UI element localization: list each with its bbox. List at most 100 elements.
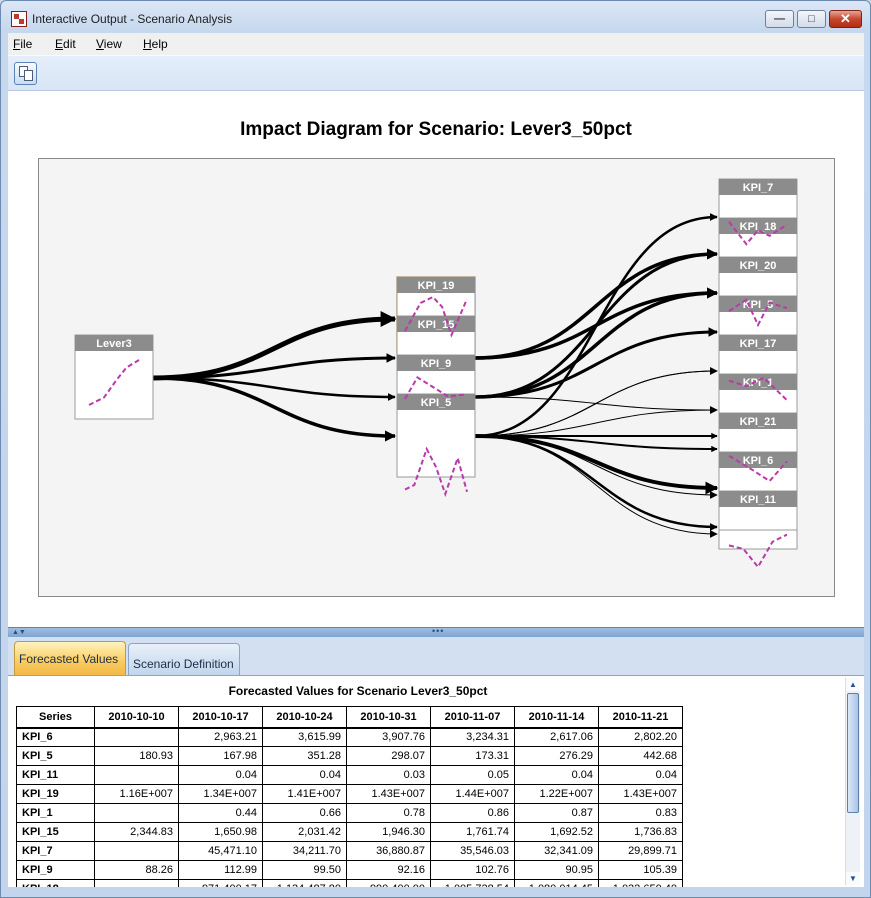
table-row: KPI_18971,400.171,134,487.80990,400.001,… bbox=[16, 879, 683, 887]
node-right-KPI_6-7-label: KPI_6 bbox=[743, 455, 774, 467]
tab-bar: Forecasted Values Scenario Definition bbox=[8, 637, 864, 675]
close-icon: ✕ bbox=[840, 11, 851, 26]
column-header-date: 2010-10-31 bbox=[346, 706, 431, 729]
value-cell: 0.86 bbox=[430, 803, 515, 823]
node-middle-KPI_19[interactable]: KPI_19 bbox=[396, 276, 476, 317]
series-name-cell: KPI_1 bbox=[16, 803, 95, 823]
series-name-cell: KPI_19 bbox=[16, 784, 95, 804]
forecast-table-panel: Forecasted Values for Scenario Lever3_50… bbox=[8, 675, 864, 887]
tab-scenario-definition[interactable]: Scenario Definition bbox=[128, 643, 240, 675]
value-cell: 0.66 bbox=[262, 803, 347, 823]
value-cell: 990,400.00 bbox=[346, 879, 431, 887]
value-cell: 0.87 bbox=[514, 803, 599, 823]
vertical-scrollbar[interactable]: ▲ ▼ bbox=[845, 678, 860, 885]
panel-splitter[interactable]: ▲▼ ••• bbox=[8, 626, 864, 637]
value-cell: 3,615.99 bbox=[262, 727, 347, 747]
node-right-KPI_11-8[interactable]: KPI_11 bbox=[718, 490, 798, 531]
node-lever3[interactable]: Lever3 bbox=[74, 334, 154, 420]
splitter-grip-icon: ••• bbox=[432, 626, 445, 636]
node-right-KPI_7-0[interactable]: KPI_7 bbox=[718, 178, 798, 219]
node-middle-KPI_9[interactable]: KPI_9 bbox=[396, 354, 476, 395]
tab-forecasted-values[interactable]: Forecasted Values bbox=[14, 641, 126, 675]
edge-KPI_15-to-KPI_18 bbox=[474, 248, 719, 360]
minimize-button[interactable]: — bbox=[765, 10, 794, 28]
value-cell: 0.05 bbox=[430, 765, 515, 785]
diagram-title: Impact Diagram for Scenario: Lever3_50pc… bbox=[240, 119, 632, 140]
value-cell: 1.16E+007 bbox=[94, 784, 179, 804]
series-name-cell: KPI_18 bbox=[16, 879, 95, 887]
impact-diagram: Lever3 KPI_19 KPI_15 KPI_9 KPI_5 KPI_7 KPI_18 K… bbox=[74, 178, 798, 569]
value-cell: 0.04 bbox=[262, 765, 347, 785]
node-right-KPI_11-8-label: KPI_11 bbox=[740, 494, 776, 506]
node-lever3-label: Lever3 bbox=[96, 338, 131, 350]
menu-edit[interactable]: Edit bbox=[55, 37, 76, 51]
value-cell: 1.43E+007 bbox=[598, 784, 683, 804]
toolbar bbox=[8, 55, 864, 91]
column-header-date: 2010-11-07 bbox=[430, 706, 515, 729]
value-cell: 88.26 bbox=[94, 860, 179, 880]
node-right-KPI_20-2-label: KPI_20 bbox=[740, 260, 777, 272]
value-cell: 167.98 bbox=[178, 746, 263, 766]
scroll-down-icon[interactable]: ▼ bbox=[846, 872, 860, 885]
menu-view[interactable]: View bbox=[96, 37, 122, 51]
node-right-KPI_21-6[interactable]: KPI_21 bbox=[718, 412, 798, 453]
value-cell: 35,546.03 bbox=[430, 841, 515, 861]
series-name-cell: KPI_11 bbox=[16, 765, 95, 785]
node-middle-KPI_15[interactable]: KPI_15 bbox=[396, 315, 476, 356]
column-header-date: 2010-10-24 bbox=[262, 706, 347, 729]
column-header-date: 2010-11-21 bbox=[598, 706, 683, 729]
value-cell: 298.07 bbox=[346, 746, 431, 766]
edge-KPI_5-to-KPI_17 bbox=[474, 367, 718, 437]
value-cell bbox=[94, 879, 179, 887]
value-cell: 0.04 bbox=[514, 765, 599, 785]
menu-help-mnemonic: H bbox=[143, 37, 152, 51]
table-row: KPI_9 88.26 112.99 99.50 92.16 102.76 90.95 105… bbox=[16, 860, 683, 880]
maximize-button[interactable]: □ bbox=[797, 10, 826, 28]
value-cell: 1.44E+007 bbox=[430, 784, 515, 804]
scroll-up-icon[interactable]: ▲ bbox=[846, 678, 860, 691]
scrollbar-thumb[interactable] bbox=[847, 693, 859, 813]
column-header-date: 2010-10-17 bbox=[178, 706, 263, 729]
node-right-KPI_20-2[interactable]: KPI_20 bbox=[718, 256, 798, 297]
value-cell: 2,802.20 bbox=[598, 727, 683, 747]
series-name-cell: KPI_5 bbox=[16, 746, 95, 766]
value-cell: 1,692.52 bbox=[514, 822, 599, 842]
table-row: KPI_19 1.16E+007 1.34E+007 1.41E+007 1.43E+0… bbox=[16, 784, 683, 804]
node-middle-KPI_5[interactable]: KPI_5 bbox=[396, 393, 476, 478]
node-right-KPI_7-0-label: KPI_7 bbox=[743, 182, 774, 194]
node-right-KPI_5-3[interactable]: KPI_5 bbox=[718, 295, 798, 336]
close-button[interactable]: ✕ bbox=[829, 10, 862, 28]
series-name-cell: KPI_9 bbox=[16, 860, 95, 880]
menu-file-label: ile bbox=[20, 37, 33, 51]
node-right-KPI_17-4[interactable]: KPI_17 bbox=[718, 334, 798, 375]
node-right-KPI_18-1-label: KPI_18 bbox=[740, 221, 777, 233]
value-cell: 0.03 bbox=[346, 765, 431, 785]
value-cell: 1,032,650.40 bbox=[598, 879, 683, 887]
menu-help-label: elp bbox=[151, 37, 168, 51]
app-icon bbox=[11, 11, 27, 27]
menu-view-label: iew bbox=[103, 37, 122, 51]
value-cell: 1,080,014.45 bbox=[514, 879, 599, 887]
node-right-KPI_21-6-label: KPI_21 bbox=[740, 416, 777, 428]
menu-file[interactable]: File bbox=[13, 37, 32, 51]
title-bar[interactable]: Interactive Output - Scenario Analysis —… bbox=[1, 1, 870, 33]
value-cell: 351.28 bbox=[262, 746, 347, 766]
value-cell: 34,211.70 bbox=[262, 841, 347, 861]
value-cell: 1,650.98 bbox=[178, 822, 263, 842]
menu-help[interactable]: Help bbox=[143, 37, 168, 51]
node-right-KPI_17-4-label: KPI_17 bbox=[740, 338, 777, 350]
edge-KPI_9-to-KPI_20 bbox=[474, 287, 719, 399]
value-cell: 0.04 bbox=[178, 765, 263, 785]
node-middle-KPI_5-label: KPI_5 bbox=[421, 397, 452, 409]
value-cell: 0.04 bbox=[598, 765, 683, 785]
value-cell bbox=[94, 803, 179, 823]
column-header-date: 2010-11-14 bbox=[514, 706, 599, 729]
value-cell: 2,344.83 bbox=[94, 822, 179, 842]
node-middle-KPI_9-label: KPI_9 bbox=[421, 358, 452, 370]
collapse-arrows-icon[interactable]: ▲▼ bbox=[12, 629, 26, 636]
series-name-cell: KPI_7 bbox=[16, 841, 95, 861]
value-cell: 276.29 bbox=[514, 746, 599, 766]
copy-button[interactable] bbox=[14, 62, 37, 85]
node-right-KPI_1-5[interactable]: KPI_1 bbox=[718, 373, 798, 414]
value-cell: 36,880.87 bbox=[346, 841, 431, 861]
